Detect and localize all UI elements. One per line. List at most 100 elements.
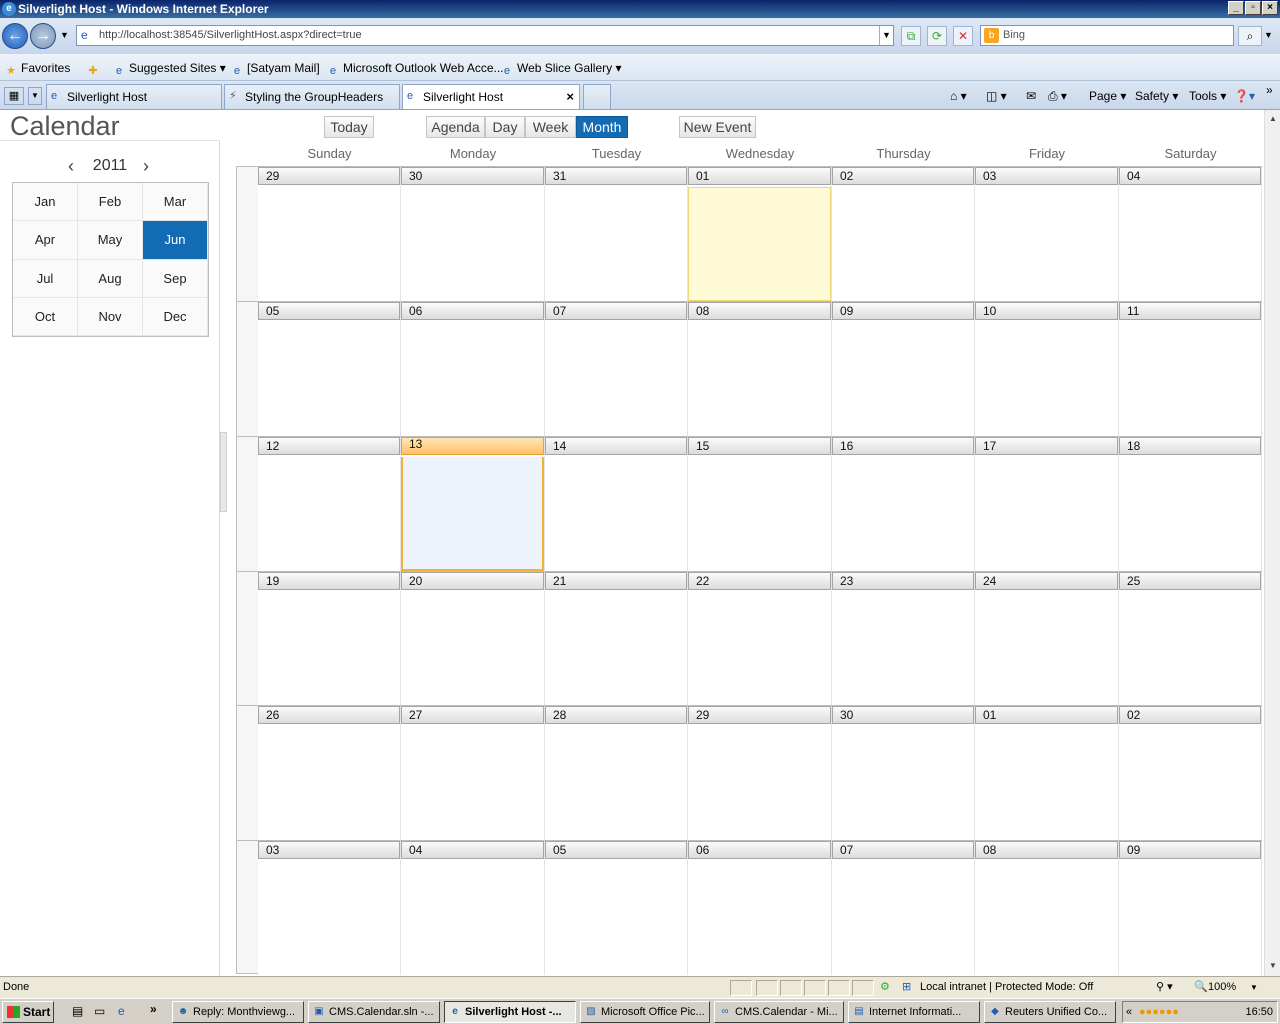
new-event-button[interactable]: New Event bbox=[679, 116, 756, 138]
day-number[interactable]: 08 bbox=[975, 841, 1118, 859]
chevron-more-icon[interactable]: » bbox=[150, 1002, 157, 1016]
day-cell[interactable]: 12 bbox=[258, 437, 401, 571]
day-number[interactable]: 28 bbox=[545, 706, 687, 724]
day-cell[interactable]: 06 bbox=[401, 302, 545, 436]
day-cell[interactable]: 29 bbox=[688, 706, 832, 840]
month-apr[interactable]: Apr bbox=[13, 221, 78, 260]
day-number[interactable]: 21 bbox=[545, 572, 687, 590]
day-cell[interactable]: 23 bbox=[832, 572, 975, 706]
fav-outlook-web[interactable]: e Microsoft Outlook Web Acce... bbox=[326, 60, 504, 77]
view-agenda-button[interactable]: Agenda bbox=[426, 116, 485, 138]
day-cell[interactable]: 16 bbox=[832, 437, 975, 571]
favorites-button[interactable]: ★ Favorites bbox=[4, 60, 70, 77]
day-number[interactable]: 02 bbox=[1119, 706, 1261, 724]
taskbar-item[interactable]: ◆ Reuters Unified Co... bbox=[984, 1001, 1116, 1023]
splitter-handle[interactable] bbox=[220, 432, 227, 512]
day-cell[interactable]: 02 bbox=[832, 167, 975, 301]
day-number[interactable]: 05 bbox=[545, 841, 687, 859]
fav-suggested-sites[interactable]: e Suggested Sites ▾ bbox=[112, 60, 226, 77]
day-number[interactable]: 09 bbox=[832, 302, 974, 320]
day-cell[interactable]: 25 bbox=[1119, 572, 1262, 706]
day-number[interactable]: 17 bbox=[975, 437, 1118, 455]
taskbar-item[interactable]: ▣ CMS.Calendar.sln -... bbox=[308, 1001, 440, 1023]
day-cell[interactable]: 20 bbox=[401, 572, 545, 706]
start-button[interactable]: Start bbox=[2, 1001, 54, 1023]
history-dropdown-icon[interactable]: ▼ bbox=[60, 30, 69, 40]
close-tab-icon[interactable]: × bbox=[566, 85, 574, 109]
close-window-button[interactable]: × bbox=[1262, 1, 1278, 15]
month-jan[interactable]: Jan bbox=[13, 183, 78, 222]
day-cell[interactable]: 06 bbox=[688, 841, 832, 975]
day-cell[interactable]: 27 bbox=[401, 706, 545, 840]
day-number[interactable]: 20 bbox=[401, 572, 544, 590]
day-number[interactable]: 04 bbox=[1119, 167, 1261, 185]
day-cell[interactable]: 30 bbox=[401, 167, 545, 301]
mail-icon[interactable]: ✉ bbox=[1026, 87, 1036, 105]
day-cell[interactable]: 08 bbox=[975, 841, 1119, 975]
view-month-button[interactable]: Month bbox=[576, 116, 628, 138]
compatibility-icon[interactable]: ⧉ bbox=[901, 26, 921, 46]
day-cell[interactable]: 19 bbox=[258, 572, 401, 706]
address-bar[interactable]: e http://localhost:38545/SilverlightHost… bbox=[76, 25, 894, 46]
day-cell[interactable]: 24 bbox=[975, 572, 1119, 706]
day-number[interactable]: 31 bbox=[545, 167, 687, 185]
home-icon[interactable]: ⌂ ▾ bbox=[950, 87, 967, 105]
day-number[interactable]: 29 bbox=[688, 706, 831, 724]
day-cell[interactable]: 28 bbox=[545, 706, 688, 840]
month-sep[interactable]: Sep bbox=[143, 259, 208, 298]
vertical-scrollbar[interactable]: ▲ ▼ bbox=[1264, 110, 1280, 976]
day-number[interactable]: 22 bbox=[688, 572, 831, 590]
ie-quicklaunch-icon[interactable]: e bbox=[118, 1004, 125, 1018]
day-number[interactable]: 03 bbox=[975, 167, 1118, 185]
today-button[interactable]: Today bbox=[324, 116, 374, 138]
search-icon[interactable]: ⌕ bbox=[1238, 26, 1262, 46]
day-number[interactable]: 02 bbox=[832, 167, 974, 185]
day-number[interactable]: 07 bbox=[832, 841, 974, 859]
tab-list-icon[interactable]: ▼ bbox=[28, 87, 42, 105]
day-cell[interactable]: 05 bbox=[545, 841, 688, 975]
day-cell[interactable]: 31 bbox=[545, 167, 688, 301]
day-number[interactable]: 11 bbox=[1119, 302, 1261, 320]
day-number[interactable]: 09 bbox=[1119, 841, 1261, 859]
day-number[interactable]: 10 bbox=[975, 302, 1118, 320]
day-cell[interactable]: 15 bbox=[688, 437, 832, 571]
day-cell[interactable]: 04 bbox=[401, 841, 545, 975]
day-number[interactable]: 15 bbox=[688, 437, 831, 455]
back-button[interactable]: ← bbox=[2, 23, 28, 49]
month-feb[interactable]: Feb bbox=[78, 183, 143, 222]
day-cell[interactable]: 09 bbox=[832, 302, 975, 436]
day-cell[interactable]: 05 bbox=[258, 302, 401, 436]
day-cell[interactable]: 29 bbox=[258, 167, 401, 301]
day-number[interactable]: 25 bbox=[1119, 572, 1261, 590]
taskbar-item[interactable]: e Silverlight Host -... bbox=[444, 1001, 576, 1023]
day-number[interactable]: 23 bbox=[832, 572, 974, 590]
month-may[interactable]: May bbox=[78, 221, 143, 260]
month-jul[interactable]: Jul bbox=[13, 259, 78, 298]
tools-menu[interactable]: Tools ▾ bbox=[1189, 87, 1226, 105]
day-number[interactable]: 24 bbox=[975, 572, 1118, 590]
help-icon[interactable]: ❓▾ bbox=[1234, 87, 1255, 105]
day-number[interactable]: 16 bbox=[832, 437, 974, 455]
forward-button[interactable]: → bbox=[30, 23, 56, 49]
add-favorite-button[interactable]: ✚ bbox=[86, 60, 103, 77]
stop-icon[interactable]: ✕ bbox=[953, 26, 973, 46]
day-number[interactable]: 07 bbox=[545, 302, 687, 320]
day-number[interactable]: 05 bbox=[258, 302, 400, 320]
day-number[interactable]: 12 bbox=[258, 437, 400, 455]
quick-tabs-icon[interactable]: ▦ bbox=[4, 87, 24, 105]
search-input[interactable]: b Bing bbox=[980, 25, 1234, 46]
day-cell[interactable]: 03 bbox=[258, 841, 401, 975]
day-number[interactable]: 27 bbox=[401, 706, 544, 724]
view-day-button[interactable]: Day bbox=[485, 116, 525, 138]
tray-icons[interactable]: ●●●●●● bbox=[1139, 1002, 1179, 1022]
tab-silverlight-host-1[interactable]: e Silverlight Host bbox=[46, 84, 222, 109]
day-number[interactable]: 06 bbox=[688, 841, 831, 859]
day-number[interactable]: 13 bbox=[401, 437, 544, 455]
day-cell[interactable]: 04 bbox=[1119, 167, 1262, 301]
view-week-button[interactable]: Week bbox=[525, 116, 576, 138]
scroll-up-icon[interactable]: ▲ bbox=[1267, 113, 1279, 125]
next-year-icon[interactable]: › bbox=[143, 155, 149, 177]
day-number[interactable]: 30 bbox=[401, 167, 544, 185]
month-dec[interactable]: Dec bbox=[143, 297, 208, 336]
minimize-button[interactable]: _ bbox=[1228, 1, 1244, 15]
